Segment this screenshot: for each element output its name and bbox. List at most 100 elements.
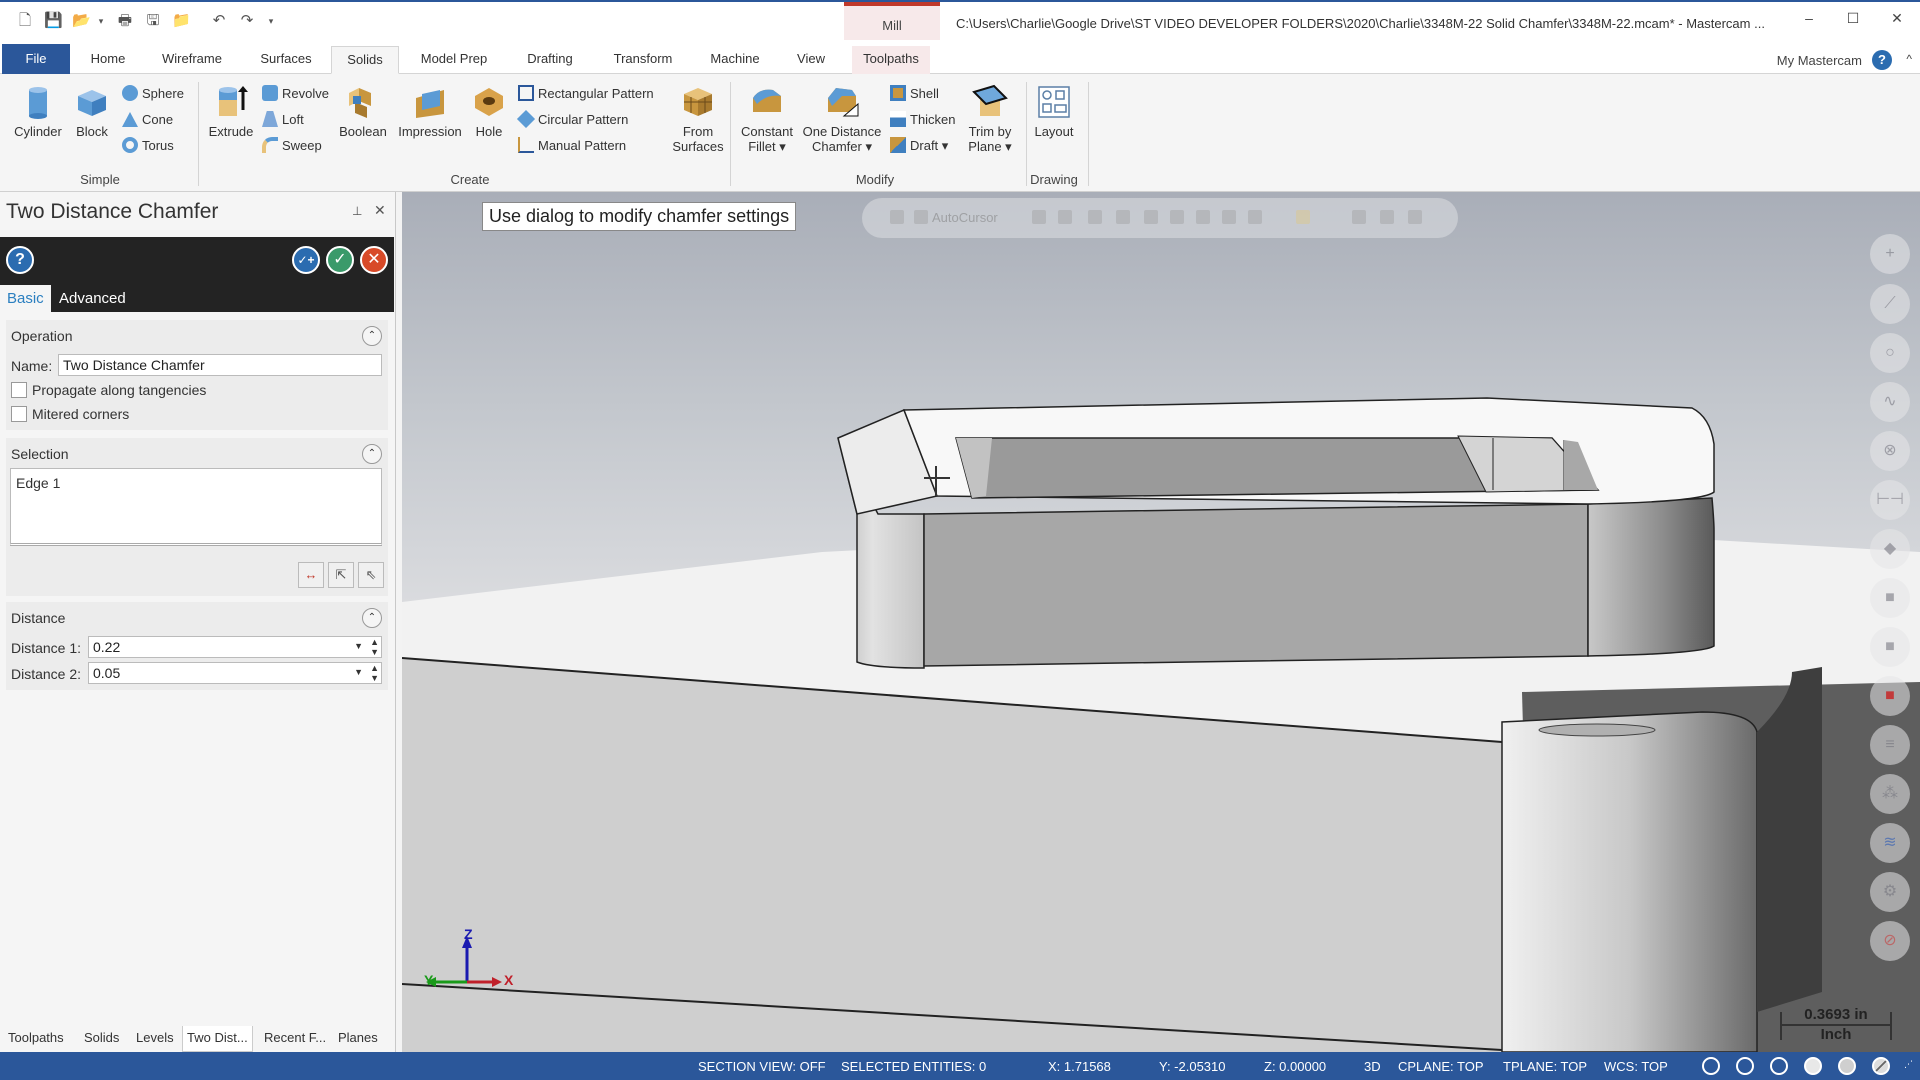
rectangular-pattern-button[interactable]: Rectangular Pattern (518, 84, 654, 104)
point-snap-icon[interactable] (1032, 210, 1046, 224)
reverse-direction-button[interactable]: ↔ (298, 562, 324, 588)
save-as-icon[interactable]: 🖫 (144, 12, 162, 30)
surface-mask-button[interactable]: ⊗ (1870, 431, 1910, 471)
dimension-mask-button[interactable]: ⊢⊣ (1870, 480, 1910, 520)
distance-1-input[interactable]: 0.22 ▼ ▲ ▼ (88, 636, 382, 658)
distance-2-dropdown-icon[interactable]: ▼ (354, 667, 363, 677)
attribute-select-button[interactable]: ≡ (1870, 725, 1910, 765)
surface-select-icon[interactable] (1144, 210, 1158, 224)
loft-button[interactable]: Loft (262, 110, 304, 130)
point-mask-button[interactable]: + (1870, 234, 1910, 274)
one-distance-chamfer-button[interactable]: One Distance Chamfer ▾ (800, 84, 884, 154)
autocursor-label[interactable]: AutoCursor (932, 210, 998, 225)
redo-icon[interactable]: ↷ (238, 12, 256, 30)
shaded-edges-view-icon[interactable] (1770, 1057, 1788, 1075)
tab-recent-functions[interactable]: Recent F... (260, 1026, 330, 1052)
tab-basic[interactable]: Basic (0, 285, 51, 312)
body-select-icon[interactable] (1222, 210, 1236, 224)
tab-surfaces[interactable]: Surfaces (250, 46, 322, 74)
layers-button[interactable]: ≋ (1870, 823, 1910, 863)
add-selection-button[interactable]: ⇱ (328, 562, 354, 588)
tplane-status[interactable]: TPLANE: TOP (1503, 1059, 1587, 1074)
analysis-button[interactable]: ⁂ (1870, 774, 1910, 814)
collapse-selection-button[interactable]: ⌃ (362, 444, 382, 464)
tab-two-distance-chamfer[interactable]: Two Dist... (182, 1026, 253, 1052)
graphics-viewport[interactable]: Z Y X Use dialog to modify chamfer setti… (402, 192, 1920, 1052)
solid-mask-button[interactable]: ◆ (1870, 529, 1910, 569)
tab-toolpaths-manager[interactable]: Toolpaths (4, 1026, 68, 1052)
tab-levels-manager[interactable]: Levels (132, 1026, 178, 1052)
shaded-no-edges-icon[interactable] (1838, 1057, 1856, 1075)
verify-select-icon[interactable] (1248, 210, 1262, 224)
collapse-ribbon-icon[interactable]: ^ (1906, 52, 1912, 66)
translucency-icon[interactable] (1872, 1057, 1890, 1075)
tab-toolpaths[interactable]: Toolpaths (852, 46, 930, 74)
torus-button[interactable]: Torus (122, 136, 174, 156)
level-mask-button[interactable]: ■ (1870, 627, 1910, 667)
distance-2-input[interactable]: 0.05 ▼ ▲ ▼ (88, 662, 382, 684)
shaded-view-icon[interactable] (1804, 1057, 1822, 1075)
spline-mask-button[interactable]: ∿ (1870, 382, 1910, 422)
select-last-icon[interactable] (1380, 210, 1394, 224)
section-view-status[interactable]: SECTION VIEW: OFF (698, 1059, 826, 1074)
ok-and-create-new-button[interactable]: ✓+ (292, 246, 320, 274)
ok-button[interactable]: ✓ (326, 246, 354, 274)
z-coordinate[interactable]: Z: 0.00000 (1264, 1059, 1326, 1074)
face-select-icon[interactable] (1196, 210, 1210, 224)
tab-wireframe[interactable]: Wireframe (152, 46, 232, 74)
undo-icon[interactable]: ↶ (210, 12, 228, 30)
arc-mask-button[interactable]: ○ (1870, 333, 1910, 373)
mitered-corners-checkbox[interactable] (11, 406, 27, 422)
clear-masks-button[interactable]: ⊘ (1870, 921, 1910, 961)
new-file-icon[interactable]: 🗋 (16, 12, 34, 30)
tab-planes-manager[interactable]: Planes (334, 1026, 382, 1052)
manual-pattern-button[interactable]: Manual Pattern (518, 136, 626, 156)
impression-button[interactable]: Impression (392, 84, 468, 139)
distance-1-dropdown-icon[interactable]: ▼ (354, 641, 363, 651)
trim-by-plane-button[interactable]: Trim by Plane ▾ (960, 84, 1020, 154)
tab-file[interactable]: File (2, 44, 70, 74)
wire-select-icon[interactable] (1116, 210, 1130, 224)
distance-1-spinner[interactable]: ▲ ▼ (370, 637, 379, 657)
draft-button[interactable]: Draft ▾ (890, 136, 948, 156)
cylinder-button[interactable]: Cylinder (10, 84, 66, 139)
tab-solids-manager[interactable]: Solids (80, 1026, 123, 1052)
folder-settings-icon[interactable]: 📁 (172, 12, 191, 30)
circular-pattern-button[interactable]: Circular Pattern (516, 109, 628, 130)
rotate-selection-icon[interactable] (1408, 210, 1422, 224)
resize-grip-icon[interactable]: ⋰ (1904, 1059, 1913, 1070)
distance-2-spinner[interactable]: ▲ ▼ (370, 663, 379, 683)
tab-advanced[interactable]: Advanced (52, 285, 133, 312)
propagate-tangencies-checkbox[interactable] (11, 382, 27, 398)
lock-icon[interactable] (890, 210, 904, 224)
block-button[interactable]: Block (68, 84, 116, 139)
solid-select-icon[interactable] (1170, 210, 1184, 224)
select-icon[interactable] (1088, 210, 1102, 224)
extrude-button[interactable]: Extrude (204, 84, 258, 139)
print-icon[interactable]: 🖶 (116, 12, 134, 30)
solid-model[interactable] (402, 192, 1920, 1052)
name-input[interactable] (58, 354, 382, 376)
line-mask-button[interactable]: ⟋ (1870, 284, 1910, 324)
thicken-button[interactable]: Thicken (890, 110, 956, 130)
cone-button[interactable]: Cone (122, 110, 173, 130)
pin-icon[interactable]: ⊥ (352, 204, 362, 218)
collapse-operation-button[interactable]: ⌃ (362, 326, 382, 346)
sphere-button[interactable]: Sphere (122, 84, 184, 104)
mode-2d-3d[interactable]: 3D (1364, 1059, 1381, 1074)
my-mastercam-link[interactable]: My Mastercam (1777, 53, 1862, 68)
layout-button[interactable]: Layout (1030, 84, 1078, 139)
reselect-button[interactable]: ⇖ (358, 562, 384, 588)
close-window-button[interactable]: ✕ (1882, 10, 1912, 32)
window-select-icon[interactable] (1296, 210, 1310, 224)
tab-model-prep[interactable]: Model Prep (410, 46, 498, 74)
help-icon[interactable]: ? (1872, 50, 1892, 70)
wireframe-view-icon[interactable] (1702, 1057, 1720, 1075)
tab-view[interactable]: View (786, 46, 836, 74)
customize-quick-access-icon[interactable]: ▾ (262, 12, 280, 30)
sweep-button[interactable]: Sweep (262, 136, 322, 156)
list-item[interactable]: Edge 1 (16, 475, 60, 491)
minimize-button[interactable]: – (1794, 10, 1824, 32)
tab-drafting[interactable]: Drafting (515, 46, 585, 74)
cancel-button[interactable]: ✕ (360, 246, 388, 274)
